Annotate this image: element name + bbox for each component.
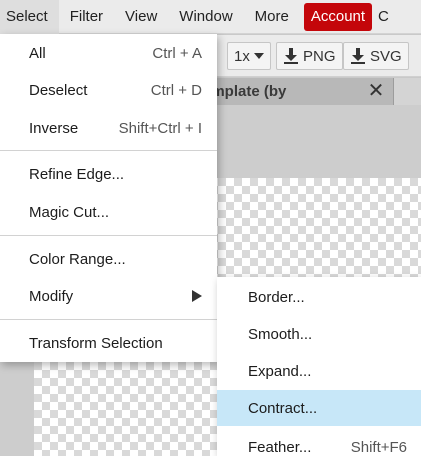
menu-item-magic-cut[interactable]: Magic Cut... bbox=[0, 194, 217, 230]
menu-item-color-range[interactable]: Color Range... bbox=[0, 241, 217, 277]
shortcut-label: Shift+Ctrl + I bbox=[118, 119, 202, 137]
export-svg-button[interactable]: SVG bbox=[343, 42, 409, 70]
menu-view[interactable]: View bbox=[114, 0, 168, 34]
svg-label: SVG bbox=[370, 47, 402, 65]
menu-item-border[interactable]: Border... bbox=[217, 279, 421, 315]
menu-item-smooth[interactable]: Smooth... bbox=[217, 316, 421, 352]
menu-partial-item[interactable]: C bbox=[372, 0, 389, 34]
menu-item-expand[interactable]: Expand... bbox=[217, 353, 421, 389]
menu-item-all[interactable]: All Ctrl + A bbox=[0, 35, 217, 71]
export-png-button[interactable]: PNG bbox=[276, 42, 343, 70]
menu-item-label: Deselect bbox=[29, 81, 88, 99]
menu-window[interactable]: Window bbox=[168, 0, 243, 34]
menu-item-label: All bbox=[29, 44, 46, 62]
account-button[interactable]: Account bbox=[303, 2, 373, 31]
menu-item-label: Inverse bbox=[29, 119, 79, 137]
chevron-down-icon bbox=[253, 53, 264, 59]
menu-select[interactable]: Select bbox=[0, 0, 59, 34]
download-icon bbox=[351, 48, 365, 64]
menu-item-inverse[interactable]: Inverse Shift+Ctrl + I bbox=[0, 110, 217, 146]
menu-item-label: Magic Cut... bbox=[29, 203, 110, 221]
menu-item-refine-edge[interactable]: Refine Edge... bbox=[0, 156, 217, 192]
shortcut-label: Shift+F6 bbox=[350, 438, 407, 456]
png-label: PNG bbox=[303, 47, 336, 65]
menu-divider bbox=[0, 150, 217, 151]
menu-item-label: Modify bbox=[29, 287, 74, 305]
menu-item-modify[interactable]: Modify bbox=[0, 278, 217, 314]
menu-item-label: Contract... bbox=[248, 399, 318, 417]
menu-bar: Select Filter View Window More Account C bbox=[0, 0, 421, 34]
menu-filter[interactable]: Filter bbox=[59, 0, 114, 34]
menu-item-feather[interactable]: Feather... Shift+F6 bbox=[217, 429, 421, 456]
menu-more[interactable]: More bbox=[244, 0, 300, 34]
menu-item-contract[interactable]: Contract... bbox=[217, 390, 421, 426]
menu-item-label: Expand... bbox=[248, 362, 312, 380]
modify-submenu: Border... Smooth... Expand... Contract..… bbox=[217, 277, 421, 456]
select-menu: All Ctrl + A Deselect Ctrl + D Inverse S… bbox=[0, 34, 217, 362]
menu-divider bbox=[0, 235, 217, 236]
menu-item-label: Smooth... bbox=[248, 325, 313, 343]
menu-divider bbox=[0, 319, 217, 320]
menu-item-label: Feather... bbox=[248, 438, 312, 456]
zoom-label: 1x bbox=[234, 47, 250, 65]
shortcut-label: Ctrl + A bbox=[152, 44, 202, 62]
menu-item-label: Border... bbox=[248, 288, 305, 306]
shortcut-label: Ctrl + D bbox=[150, 81, 202, 99]
zoom-select[interactable]: 1x bbox=[227, 42, 271, 70]
download-icon bbox=[284, 48, 298, 64]
menu-item-deselect[interactable]: Deselect Ctrl + D bbox=[0, 72, 217, 108]
menu-item-label: Color Range... bbox=[29, 250, 126, 268]
menu-item-label: Refine Edge... bbox=[29, 165, 125, 183]
submenu-arrow-icon bbox=[192, 290, 202, 302]
menu-item-transform-selection[interactable]: Transform Selection bbox=[0, 325, 217, 361]
close-icon[interactable]: ✕ bbox=[362, 78, 390, 105]
menu-item-label: Transform Selection bbox=[29, 334, 163, 352]
